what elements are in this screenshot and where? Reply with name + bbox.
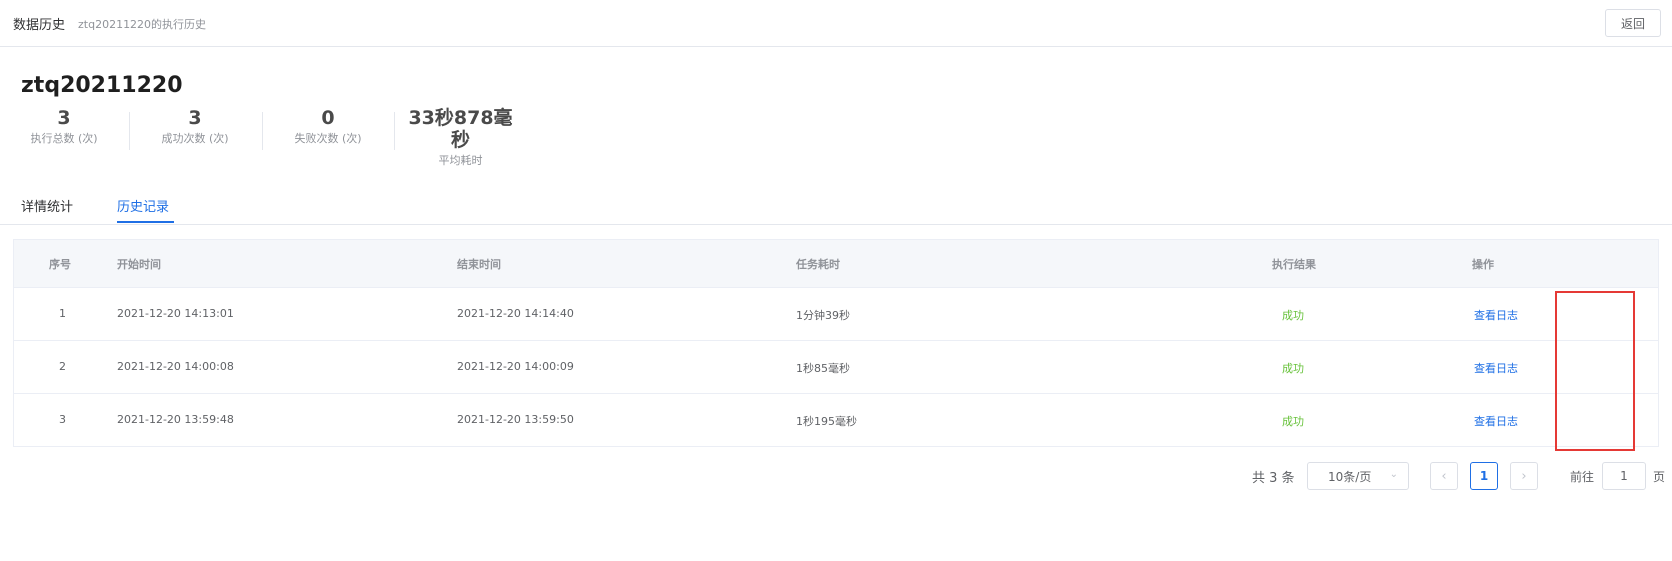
column-header-duration: 任务耗时	[796, 258, 840, 271]
stat-success-value: 3	[188, 107, 202, 129]
chevron-left-icon: ‹	[1441, 468, 1447, 484]
goto-label: 前往	[1570, 470, 1595, 484]
pagination-total: 共 3 条	[1252, 471, 1295, 486]
column-header-result: 执行结果	[1272, 258, 1316, 271]
column-header-action: 操作	[1472, 258, 1494, 271]
active-tab-indicator	[117, 221, 174, 223]
history-table: 序号 开始时间 结束时间 任务耗时 执行结果 操作 1 2021-12-20 1…	[13, 239, 1659, 447]
stat-failed: 0 失败次数 (次)	[285, 107, 371, 146]
cell-end-time: 2021-12-20 14:00:09	[457, 360, 574, 373]
table-row: 3 2021-12-20 13:59:48 2021-12-20 13:59:5…	[14, 394, 1658, 446]
view-log-link[interactable]: 查看日志	[1474, 307, 1518, 323]
cell-end-time: 2021-12-20 13:59:50	[457, 413, 574, 426]
cell-end-time: 2021-12-20 14:14:40	[457, 307, 574, 320]
tab-detail-stats[interactable]: 详情统计	[21, 196, 73, 215]
stat-divider	[394, 112, 395, 150]
column-header-end-time: 结束时间	[457, 258, 501, 271]
column-header-index: 序号	[49, 258, 71, 271]
stat-divider	[129, 112, 130, 150]
cell-result-success: 成功	[1282, 362, 1304, 375]
table-header: 序号 开始时间 结束时间 任务耗时 执行结果 操作	[14, 240, 1658, 288]
cell-duration: 1秒195毫秒	[796, 415, 857, 428]
cell-start-time: 2021-12-20 14:13:01	[117, 307, 234, 320]
stat-total-value: 3	[57, 107, 71, 129]
stat-failed-value: 0	[321, 107, 335, 129]
cell-duration: 1分钟39秒	[796, 309, 850, 322]
chevron-down-icon: ⌄	[1389, 469, 1398, 480]
stat-total: 3 执行总数 (次)	[21, 107, 107, 146]
cell-duration: 1秒85毫秒	[796, 362, 850, 375]
column-header-start-time: 开始时间	[117, 258, 161, 271]
next-page-button[interactable]: ›	[1510, 462, 1538, 490]
back-button[interactable]: 返回	[1605, 9, 1661, 37]
cell-result-success: 成功	[1282, 415, 1304, 428]
page-size-value: 10条/页	[1328, 469, 1372, 484]
stat-avg-duration: 33秒878毫秒 平均耗时	[404, 107, 517, 168]
page-title: ztq20211220	[21, 73, 183, 98]
prev-page-button[interactable]: ‹	[1430, 462, 1458, 490]
page-size-select[interactable]: 10条/页 ⌄	[1307, 462, 1409, 490]
view-log-link[interactable]: 查看日志	[1474, 360, 1518, 376]
tab-bar: 详情统计 历史记录	[0, 188, 1672, 225]
goto-unit: 页	[1653, 470, 1666, 484]
view-log-link[interactable]: 查看日志	[1474, 413, 1518, 429]
top-bar: 数据历史 ztq20211220的执行历史 返回	[0, 0, 1672, 47]
stat-total-label: 执行总数 (次)	[30, 132, 98, 145]
stat-avg-duration-value: 33秒878毫秒	[408, 107, 513, 151]
cell-index: 3	[59, 413, 66, 426]
stat-success: 3 成功次数 (次)	[152, 107, 238, 146]
table-row: 1 2021-12-20 14:13:01 2021-12-20 14:14:4…	[14, 288, 1658, 341]
cell-start-time: 2021-12-20 14:00:08	[117, 360, 234, 373]
stat-success-label: 成功次数 (次)	[161, 132, 229, 145]
tab-history[interactable]: 历史记录	[117, 196, 169, 215]
breadcrumb-subtitle: ztq20211220的执行历史	[78, 18, 207, 31]
stat-avg-duration-label: 平均耗时	[438, 154, 483, 167]
cell-index: 2	[59, 360, 66, 373]
goto-page-input[interactable]	[1602, 462, 1646, 490]
stat-failed-label: 失败次数 (次)	[294, 132, 362, 145]
action-column-highlight	[1555, 291, 1635, 451]
cell-result-success: 成功	[1282, 309, 1304, 322]
cell-start-time: 2021-12-20 13:59:48	[117, 413, 234, 426]
breadcrumb-section: 数据历史	[13, 18, 66, 33]
chevron-right-icon: ›	[1521, 468, 1527, 484]
page-number-button[interactable]: 1	[1470, 462, 1498, 490]
cell-index: 1	[59, 307, 66, 320]
table-row: 2 2021-12-20 14:00:08 2021-12-20 14:00:0…	[14, 341, 1658, 394]
stat-divider	[262, 112, 263, 150]
